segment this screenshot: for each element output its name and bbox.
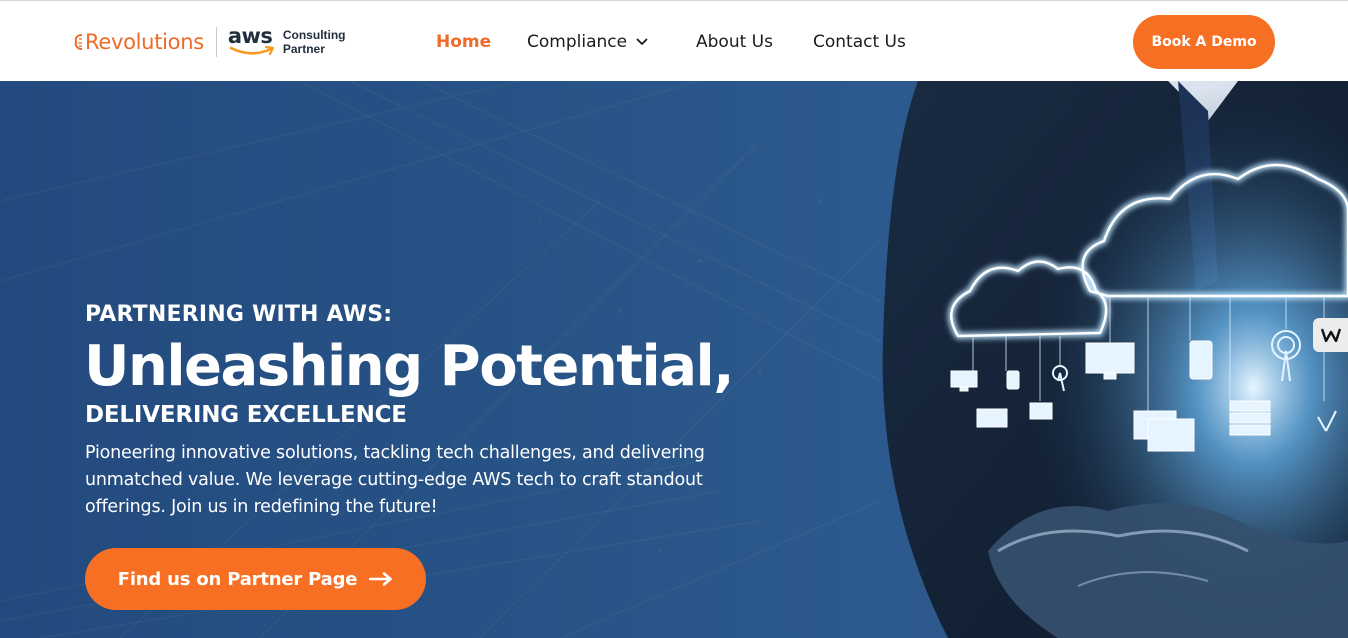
aws-wordmark: aws xyxy=(227,24,273,48)
hero-section: PARTNERING WITH AWS: Unleashing Potentia… xyxy=(0,81,1348,638)
hero-subhead: DELIVERING EXCELLENCE xyxy=(85,402,407,428)
hero-headline: Unleashing Potential, xyxy=(84,334,735,399)
aws-partner-label: Partner xyxy=(282,42,325,56)
logo-divider xyxy=(215,27,217,57)
nav-compliance-label: Compliance xyxy=(527,32,628,52)
arrow-right-icon xyxy=(369,572,393,586)
aws-consulting-label: Consulting xyxy=(282,28,346,42)
brain-icon xyxy=(74,34,83,50)
nav-home[interactable]: Home xyxy=(436,29,491,55)
nav-contact-us[interactable]: Contact Us xyxy=(813,29,906,55)
hand-holding-cloud-network-image xyxy=(882,81,1348,638)
nav-about-us[interactable]: About Us xyxy=(696,29,773,55)
brand-name: Revolutions xyxy=(85,29,204,54)
w-glyph-icon xyxy=(1320,328,1341,342)
site-header: Revolutions aws Consulting Partner Home … xyxy=(0,0,1348,81)
w-logo-icon[interactable] xyxy=(1313,318,1348,352)
hero-kicker: PARTNERING WITH AWS: xyxy=(85,302,393,327)
aws-partner-logo: aws Consulting Partner xyxy=(227,24,346,58)
partner-page-button-label: Find us on Partner Page xyxy=(117,568,358,590)
aws-smile-icon xyxy=(229,46,274,56)
book-demo-button[interactable]: Book A Demo xyxy=(1133,15,1275,69)
nav-compliance[interactable]: Compliance xyxy=(527,29,648,55)
hero-description: Pioneering innovative solutions, tacklin… xyxy=(85,443,705,517)
site-logo[interactable]: Revolutions aws Consulting Partner xyxy=(74,24,346,58)
partner-page-button[interactable]: Find us on Partner Page xyxy=(85,548,426,610)
chevron-down-icon xyxy=(636,38,648,45)
